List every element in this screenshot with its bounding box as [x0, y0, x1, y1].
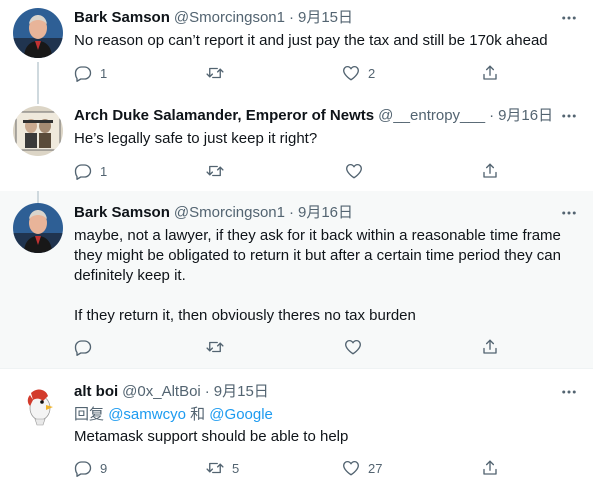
like-button[interactable]	[344, 337, 370, 357]
separator-dot: ·	[489, 107, 495, 124]
reply-count: 1	[100, 65, 108, 81]
reply-prefix: 回复	[74, 406, 105, 423]
separator-dot: ·	[288, 9, 294, 26]
separator-dot: ·	[204, 383, 210, 400]
user-handle[interactable]: @Smorcingson1	[174, 9, 285, 26]
like-count: 2	[368, 65, 376, 81]
more-icon[interactable]	[559, 382, 579, 402]
retweet-button[interactable]: 5	[206, 458, 239, 478]
like-button[interactable]: 27	[342, 458, 382, 478]
mention-link[interactable]: @Google	[209, 406, 273, 423]
reply-button[interactable]: 1	[74, 161, 107, 181]
reply-context: 回复 @samwcyo 和 @Google	[74, 405, 273, 425]
separator-dot: ·	[288, 204, 294, 221]
tweet-text: Metamask support should be able to help	[74, 428, 349, 445]
reply-count: 1	[100, 163, 108, 179]
tweet-1[interactable]: Bark Samson @Smorcingson1 · 9月15日 No reason…	[0, 0, 593, 91]
user-name[interactable]: alt boi	[74, 383, 118, 400]
reply-conjunction: 和	[190, 406, 206, 423]
share-icon	[481, 162, 499, 180]
reply-icon	[74, 64, 92, 82]
retweet-button[interactable]	[206, 337, 232, 357]
reply-button[interactable]	[74, 337, 100, 357]
tweet-3[interactable]: Bark Samson @Smorcingson1 · 9月16日 maybe, no…	[0, 191, 593, 368]
tweet-date[interactable]: 9月15日	[298, 9, 353, 26]
more-icon[interactable]	[559, 203, 579, 223]
tweet-date[interactable]: 9月16日	[298, 204, 353, 221]
share-icon	[481, 459, 499, 477]
retweet-button[interactable]	[206, 63, 232, 83]
tweet-header: alt boi @0x_AltBoi · 9月15日	[74, 382, 269, 402]
tweet-text: maybe, not a lawyer, if they ask for it …	[74, 227, 561, 284]
tweet-header: Arch Duke Salamander, Emperor of Newts @_…	[74, 106, 553, 126]
tweet-text: He’s legally safe to just keep it right?	[74, 130, 318, 147]
share-icon	[481, 338, 499, 356]
retweet-icon	[206, 162, 224, 180]
tweet-date[interactable]: 9月15日	[214, 383, 269, 400]
reply-icon	[74, 459, 92, 477]
heart-icon	[342, 459, 360, 477]
reply-button[interactable]: 1	[74, 63, 107, 83]
heart-icon	[345, 162, 363, 180]
tweet-text-paragraph: If they return it, then obviously theres…	[74, 307, 416, 324]
avatar[interactable]	[13, 203, 63, 253]
like-count: 27	[368, 460, 383, 476]
share-button[interactable]	[481, 161, 499, 181]
share-button[interactable]	[481, 63, 499, 83]
like-button[interactable]	[345, 161, 371, 181]
share-button[interactable]	[481, 458, 499, 478]
avatar[interactable]	[13, 8, 63, 58]
heart-icon	[344, 338, 362, 356]
user-handle[interactable]: @0x_AltBoi	[122, 383, 201, 400]
tweet-header: Bark Samson @Smorcingson1 · 9月15日	[74, 8, 353, 28]
reply-icon	[74, 338, 92, 356]
share-button[interactable]	[481, 337, 499, 357]
reply-button[interactable]: 9	[74, 458, 107, 478]
reply-icon	[74, 162, 92, 180]
retweet-icon	[206, 64, 224, 82]
user-name[interactable]: Arch Duke Salamander, Emperor of Newts	[74, 107, 374, 124]
tweet-2[interactable]: Arch Duke Salamander, Emperor of Newts @_…	[0, 91, 593, 191]
mention-link[interactable]: @samwcyo	[108, 406, 186, 423]
thread-line	[37, 91, 39, 104]
like-button[interactable]: 2	[342, 63, 375, 83]
user-handle[interactable]: @Smorcingson1	[174, 204, 285, 221]
user-handle[interactable]: @__entropy___	[378, 107, 485, 124]
share-icon	[481, 64, 499, 82]
tweet-header: Bark Samson @Smorcingson1 · 9月16日	[74, 203, 353, 223]
user-name[interactable]: Bark Samson	[74, 9, 170, 26]
avatar[interactable]	[13, 381, 63, 431]
retweet-icon	[206, 459, 224, 477]
tweet-text: No reason op can’t report it and just pa…	[74, 32, 548, 49]
retweet-count: 5	[232, 460, 240, 476]
reply-count: 9	[100, 460, 108, 476]
retweet-button[interactable]	[206, 161, 232, 181]
heart-icon	[342, 64, 360, 82]
retweet-icon	[206, 338, 224, 356]
more-icon[interactable]	[559, 8, 579, 28]
tweet-4[interactable]: alt boi @0x_AltBoi · 9月15日 回复 @samwcyo 和 @G…	[0, 369, 593, 488]
thread-line	[37, 62, 39, 91]
more-icon[interactable]	[559, 106, 579, 126]
user-name[interactable]: Bark Samson	[74, 204, 170, 221]
avatar[interactable]	[13, 106, 63, 156]
tweet-date[interactable]: 9月16日	[498, 107, 553, 124]
